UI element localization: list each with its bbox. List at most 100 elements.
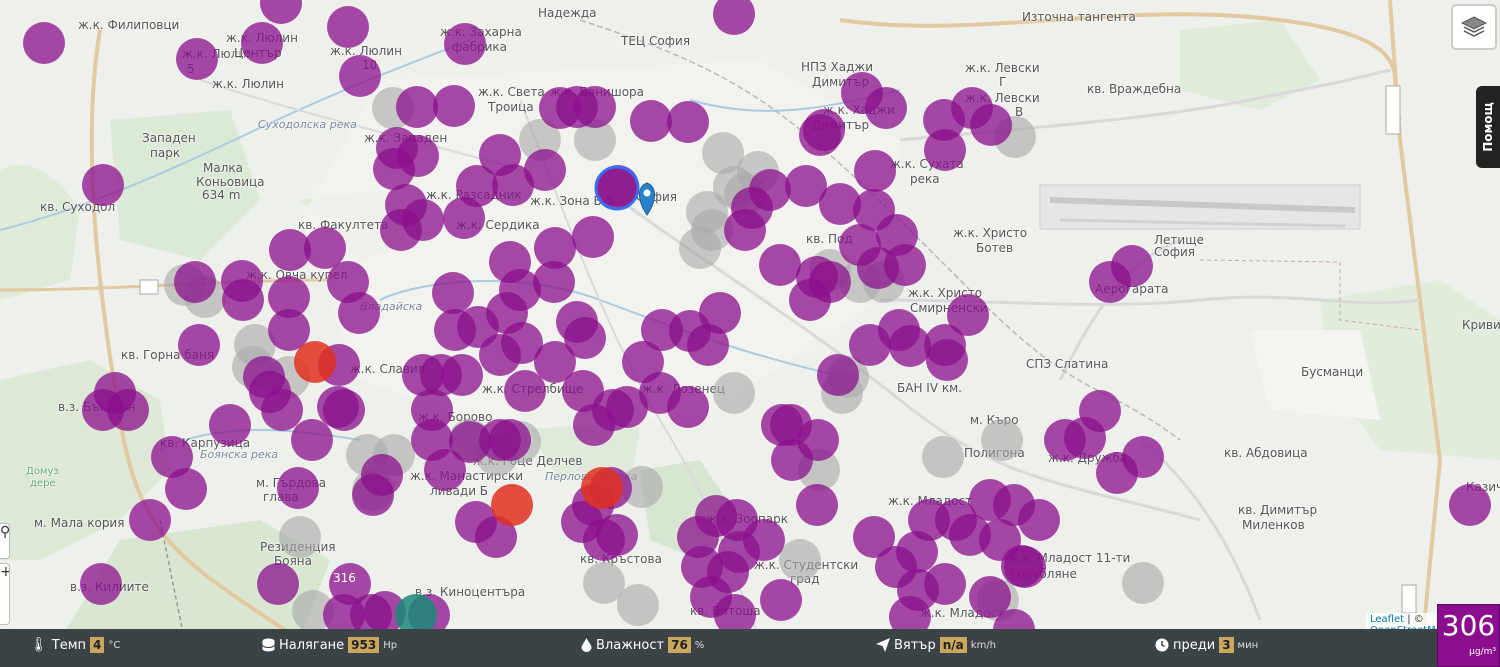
sensor-marker-purple[interactable] bbox=[771, 439, 813, 481]
sensor-marker-grey[interactable] bbox=[981, 419, 1023, 461]
sensor-marker-purple[interactable] bbox=[174, 261, 216, 303]
sensor-marker-purple[interactable] bbox=[667, 386, 709, 428]
wind-value: n/a bbox=[939, 637, 967, 653]
sensor-marker-purple[interactable] bbox=[803, 109, 845, 151]
sensor-marker-purple[interactable] bbox=[338, 292, 380, 334]
sensor-marker-grey[interactable] bbox=[713, 372, 755, 414]
sensor-marker-purple[interactable] bbox=[209, 404, 251, 446]
sensor-marker-purple[interactable] bbox=[865, 87, 907, 129]
temperature-item: 🌡 Темп 4 °C bbox=[30, 637, 120, 653]
pm-value: 306 bbox=[1441, 609, 1496, 642]
weather-status-bar: 🌡 Темп 4 °C Налягане 953 Hp Влажност 76 … bbox=[0, 629, 1437, 667]
sensor-marker-grey[interactable] bbox=[617, 584, 659, 626]
sensor-marker-purple[interactable] bbox=[165, 468, 207, 510]
sensor-marker-purple[interactable] bbox=[304, 227, 346, 269]
sensor-marker-purple[interactable] bbox=[1111, 245, 1153, 287]
zoom-control-edge[interactable]: ⚲ bbox=[0, 523, 10, 559]
leaflet-link[interactable]: Leaflet bbox=[1370, 614, 1404, 625]
sensor-marker-purple[interactable] bbox=[80, 563, 122, 605]
sensor-marker-purple[interactable] bbox=[107, 389, 149, 431]
sensor-marker-purple[interactable] bbox=[444, 23, 486, 65]
sensor-marker-purple[interactable] bbox=[1001, 545, 1043, 587]
sensor-marker-purple[interactable] bbox=[749, 169, 791, 211]
sensor-marker-purple[interactable] bbox=[178, 324, 220, 366]
sensor-marker-purple[interactable] bbox=[261, 389, 303, 431]
sensor-marker-purple[interactable] bbox=[396, 86, 438, 128]
sensor-marker-purple[interactable] bbox=[926, 339, 968, 381]
sensor-marker-red[interactable] bbox=[294, 341, 336, 383]
sensor-marker-purple[interactable] bbox=[1018, 499, 1060, 541]
location-pin-icon[interactable] bbox=[639, 182, 655, 216]
sensor-markers-layer[interactable] bbox=[0, 0, 1500, 667]
sensor-marker-purple[interactable] bbox=[82, 164, 124, 206]
sensor-marker-purple[interactable] bbox=[176, 38, 218, 80]
sensor-marker-purple[interactable] bbox=[504, 370, 546, 412]
attribution-separator: | © bbox=[1404, 614, 1424, 625]
sensor-marker-purple[interactable] bbox=[713, 0, 755, 35]
sensor-marker-purple[interactable] bbox=[1122, 436, 1164, 478]
sensor-marker-purple[interactable] bbox=[743, 519, 785, 561]
sensor-marker-purple[interactable] bbox=[970, 104, 1012, 146]
sensor-marker-purple[interactable] bbox=[524, 149, 566, 191]
sensor-marker-purple[interactable] bbox=[23, 22, 65, 64]
sensor-marker-purple[interactable] bbox=[760, 579, 802, 621]
pressure-unit: Hp bbox=[383, 639, 398, 651]
sensor-marker-purple[interactable] bbox=[1449, 484, 1491, 526]
sensor-marker-purple[interactable] bbox=[339, 55, 381, 97]
sensor-marker-purple[interactable] bbox=[687, 324, 729, 366]
sensor-marker-purple[interactable] bbox=[257, 563, 299, 605]
sensor-marker-purple[interactable] bbox=[724, 209, 766, 251]
sensor-marker-purple[interactable] bbox=[402, 199, 444, 241]
sensor-marker-purple[interactable] bbox=[291, 419, 333, 461]
sensor-marker-purple[interactable] bbox=[241, 22, 283, 64]
pressure-label: Налягане bbox=[279, 637, 345, 653]
sensor-marker-purple[interactable] bbox=[572, 216, 614, 258]
sensor-marker-grey[interactable] bbox=[279, 516, 321, 558]
sensor-marker-red[interactable] bbox=[581, 467, 623, 509]
droplet-icon bbox=[581, 638, 592, 652]
sensor-marker-purple[interactable] bbox=[1064, 417, 1106, 459]
sensor-marker-grey[interactable] bbox=[779, 539, 821, 581]
sensor-marker-purple[interactable] bbox=[327, 6, 369, 48]
sensor-marker-purple[interactable] bbox=[323, 389, 365, 431]
zoom-control-edge-lower[interactable]: + bbox=[0, 563, 10, 625]
sensor-marker-grey[interactable] bbox=[1122, 562, 1164, 604]
sensor-marker-purple[interactable] bbox=[373, 148, 415, 190]
sensor-marker-purple[interactable] bbox=[432, 272, 474, 314]
sensor-marker-grey[interactable] bbox=[679, 227, 721, 269]
sensor-marker-purple[interactable] bbox=[796, 484, 838, 526]
sensor-marker-purple[interactable] bbox=[441, 354, 483, 396]
sensor-marker-grey[interactable] bbox=[922, 436, 964, 478]
sensor-marker-purple[interactable] bbox=[854, 150, 896, 192]
sensor-marker-purple[interactable] bbox=[817, 354, 859, 396]
sensor-marker-purple[interactable] bbox=[479, 334, 521, 376]
pm-value-badge[interactable]: 306 µg/m³ bbox=[1437, 604, 1500, 667]
selected-sensor-marker[interactable] bbox=[594, 165, 640, 211]
sensor-marker-purple[interactable] bbox=[361, 454, 403, 496]
sensor-marker-purple[interactable] bbox=[260, 0, 302, 24]
sensor-marker-purple[interactable] bbox=[924, 129, 966, 171]
locate-icon: ⚲ bbox=[0, 524, 10, 540]
temperature-unit: °C bbox=[108, 639, 121, 651]
sensor-marker-purple[interactable] bbox=[129, 499, 171, 541]
layers-icon bbox=[1460, 16, 1488, 37]
sensor-marker-purple[interactable] bbox=[556, 301, 598, 343]
sensor-marker-purple[interactable] bbox=[667, 101, 709, 143]
help-tab[interactable]: Помощ bbox=[1476, 86, 1500, 168]
sensor-marker-purple[interactable] bbox=[533, 261, 575, 303]
sensor-marker-purple[interactable] bbox=[596, 514, 638, 556]
humidity-label: Влажност bbox=[596, 637, 665, 653]
sensor-marker-purple[interactable] bbox=[630, 100, 672, 142]
sensor-marker-purple[interactable] bbox=[433, 85, 475, 127]
sensor-marker-purple[interactable] bbox=[884, 244, 926, 286]
sensor-marker-purple[interactable] bbox=[947, 294, 989, 336]
sensor-marker-red[interactable] bbox=[491, 484, 533, 526]
layers-button[interactable] bbox=[1451, 4, 1497, 50]
sensor-marker-purple[interactable] bbox=[489, 419, 531, 461]
sensor-marker-purple[interactable] bbox=[222, 279, 264, 321]
sensor-marker-purple[interactable] bbox=[539, 87, 581, 129]
sensor-marker-purple[interactable] bbox=[759, 244, 801, 286]
sensor-marker-purple[interactable] bbox=[277, 467, 319, 509]
map-view[interactable]: ж.к. Филиповциж.к. Люлин5ж.к. ЛюлинЦентъ… bbox=[0, 0, 1500, 667]
sensor-marker-purple[interactable] bbox=[809, 261, 851, 303]
